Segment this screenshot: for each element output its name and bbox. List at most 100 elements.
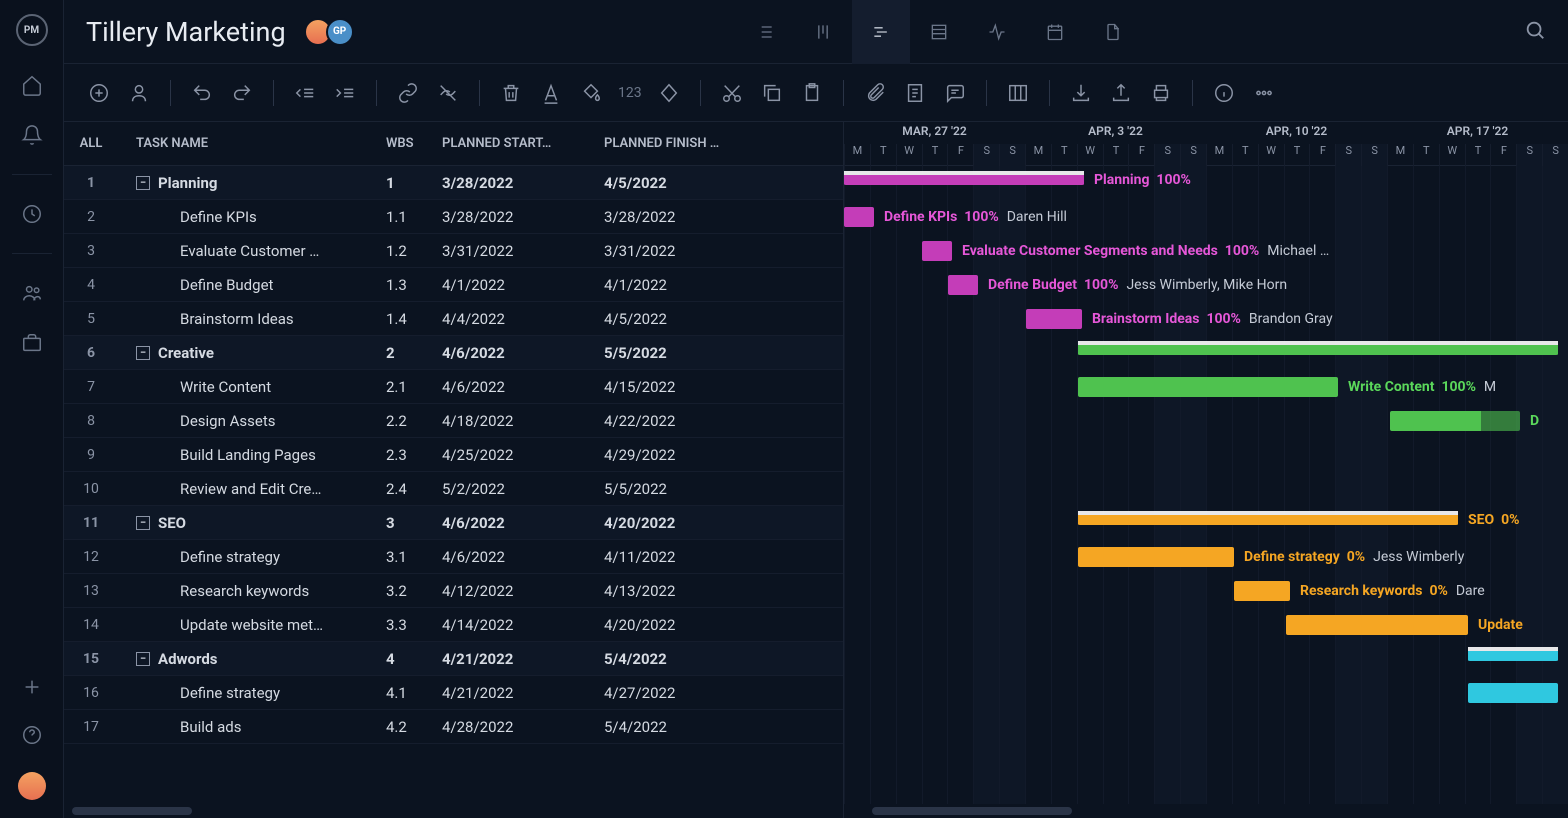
gantt-timeline-header: MAR, 27 '22APR, 3 '22APR, 10 '22APR, 17 … [844, 122, 1568, 166]
clock-icon[interactable] [21, 203, 43, 225]
task-row[interactable]: 16 Define strategy 4.1 4/21/2022 4/27/20… [64, 676, 843, 710]
gantt-task-bar[interactable]: Define Budget 100%Jess Wimberly, Mike Ho… [948, 275, 978, 295]
print-icon[interactable] [1148, 80, 1174, 106]
notes-icon[interactable] [902, 80, 928, 106]
view-activity[interactable] [968, 0, 1026, 64]
task-row[interactable]: 2 Define KPIs 1.1 3/28/2022 3/28/2022 [64, 200, 843, 234]
delete-icon[interactable] [498, 80, 524, 106]
unlink-icon[interactable] [435, 80, 461, 106]
link-icon[interactable] [395, 80, 421, 106]
task-wbs: 4.2 [386, 718, 442, 736]
view-file[interactable] [1084, 0, 1142, 64]
gantt-task-bar[interactable]: Research keywords 0%Dare [1234, 581, 1290, 601]
gantt-task-bar[interactable]: Brainstorm Ideas 100%Brandon Gray [1026, 309, 1082, 329]
expand-toggle[interactable]: − [136, 176, 150, 190]
view-gantt[interactable] [852, 0, 910, 64]
member-avatar[interactable]: GP [326, 18, 354, 46]
timeline-day: S [1516, 144, 1542, 166]
view-list[interactable] [736, 0, 794, 64]
task-row[interactable]: 9 Build Landing Pages 2.3 4/25/2022 4/29… [64, 438, 843, 472]
search-icon[interactable] [1524, 19, 1546, 45]
task-start: 4/21/2022 [442, 684, 604, 702]
row-index: 9 [64, 447, 118, 463]
more-icon[interactable] [1251, 80, 1277, 106]
gantt-task-bar[interactable]: Define KPIs 100%Daren Hill [844, 207, 874, 227]
gantt-task-bar[interactable]: Evaluate Customer Segments and Needs 100… [922, 241, 952, 261]
view-board[interactable] [794, 0, 852, 64]
task-row[interactable]: 3 Evaluate Customer … 1.2 3/31/2022 3/31… [64, 234, 843, 268]
project-members[interactable]: GP [310, 18, 354, 46]
indent-icon[interactable] [332, 80, 358, 106]
comment-icon[interactable] [942, 80, 968, 106]
timeline-day: M [1206, 144, 1232, 166]
task-row[interactable]: 5 Brainstorm Ideas 1.4 4/4/2022 4/5/2022 [64, 302, 843, 336]
gantt-task-bar[interactable]: Write Content 100%M [1078, 377, 1338, 397]
help-icon[interactable] [21, 724, 43, 746]
attachment-icon[interactable] [862, 80, 888, 106]
expand-toggle[interactable]: − [136, 516, 150, 530]
add-task-icon[interactable] [86, 80, 112, 106]
plus-icon[interactable] [21, 676, 43, 698]
milestone-icon[interactable] [656, 80, 682, 106]
row-index: 8 [64, 413, 118, 429]
task-row[interactable]: 17 Build ads 4.2 4/28/2022 5/4/2022 [64, 710, 843, 744]
task-row[interactable]: 13 Research keywords 3.2 4/12/2022 4/13/… [64, 574, 843, 608]
assign-icon[interactable] [126, 80, 152, 106]
paste-icon[interactable] [799, 80, 825, 106]
row-index: 14 [64, 617, 118, 633]
expand-toggle[interactable]: − [136, 346, 150, 360]
view-calendar[interactable] [1026, 0, 1084, 64]
info-icon[interactable] [1211, 80, 1237, 106]
task-row[interactable]: 14 Update website met… 3.3 4/14/2022 4/2… [64, 608, 843, 642]
import-icon[interactable] [1068, 80, 1094, 106]
gantt-task-bar[interactable]: D [1390, 411, 1520, 431]
rail-separator [12, 174, 52, 175]
undo-icon[interactable] [189, 80, 215, 106]
task-row[interactable]: 15 − Adwords 4 4/21/2022 5/4/2022 [64, 642, 843, 676]
view-sheet[interactable] [910, 0, 968, 64]
gantt-row: Define strategy 0%Jess Wimberly [844, 540, 1568, 574]
timeline-day: S [1335, 144, 1361, 166]
task-row[interactable]: 11 − SEO 3 4/6/2022 4/20/2022 [64, 506, 843, 540]
task-row[interactable]: 1 − Planning 1 3/28/2022 4/5/2022 [64, 166, 843, 200]
row-index: 12 [64, 549, 118, 565]
task-row[interactable]: 8 Design Assets 2.2 4/18/2022 4/22/2022 [64, 404, 843, 438]
col-task-name[interactable]: TASK NAME [126, 136, 386, 151]
user-avatar[interactable] [18, 772, 46, 800]
task-row[interactable]: 6 − Creative 2 4/6/2022 5/5/2022 [64, 336, 843, 370]
gantt-row: Update [844, 608, 1568, 642]
task-row[interactable]: 10 Review and Edit Cre… 2.4 5/2/2022 5/5… [64, 472, 843, 506]
gantt-task-bar[interactable]: Update [1286, 615, 1468, 635]
copy-icon[interactable] [759, 80, 785, 106]
gantt-row: Brainstorm Ideas 100%Brandon Gray [844, 302, 1568, 336]
col-planned-finish[interactable]: PLANNED FINISH … [604, 136, 843, 151]
gantt-summary-bar[interactable]: SEO 0% [1078, 515, 1458, 525]
gantt-summary-bar[interactable]: Planning 100% [844, 175, 1084, 185]
columns-icon[interactable] [1005, 80, 1031, 106]
task-row[interactable]: 12 Define strategy 3.1 4/6/2022 4/11/202… [64, 540, 843, 574]
outdent-icon[interactable] [292, 80, 318, 106]
grid-scrollbar[interactable] [64, 804, 843, 818]
view-switcher [736, 0, 1142, 64]
home-icon[interactable] [21, 74, 43, 96]
cut-icon[interactable] [719, 80, 745, 106]
people-icon[interactable] [21, 282, 43, 304]
task-row[interactable]: 7 Write Content 2.1 4/6/2022 4/15/2022 [64, 370, 843, 404]
gantt-summary-bar[interactable] [1078, 345, 1558, 355]
redo-icon[interactable] [229, 80, 255, 106]
task-row[interactable]: 4 Define Budget 1.3 4/1/2022 4/1/2022 [64, 268, 843, 302]
col-planned-start[interactable]: PLANNED START… [442, 136, 604, 151]
gantt-task-bar[interactable]: Define strategy 0%Jess Wimberly [1078, 547, 1234, 567]
expand-toggle[interactable]: − [136, 652, 150, 666]
task-wbs: 2.3 [386, 446, 442, 464]
bell-icon[interactable] [21, 124, 43, 146]
col-all[interactable]: ALL [64, 136, 118, 151]
gantt-task-bar[interactable] [1468, 683, 1558, 703]
text-style-icon[interactable] [538, 80, 564, 106]
fill-icon[interactable] [578, 80, 604, 106]
export-icon[interactable] [1108, 80, 1134, 106]
gantt-summary-bar[interactable] [1468, 651, 1558, 661]
col-wbs[interactable]: WBS [386, 136, 442, 151]
briefcase-icon[interactable] [21, 332, 43, 354]
gantt-scrollbar[interactable] [844, 804, 1568, 818]
